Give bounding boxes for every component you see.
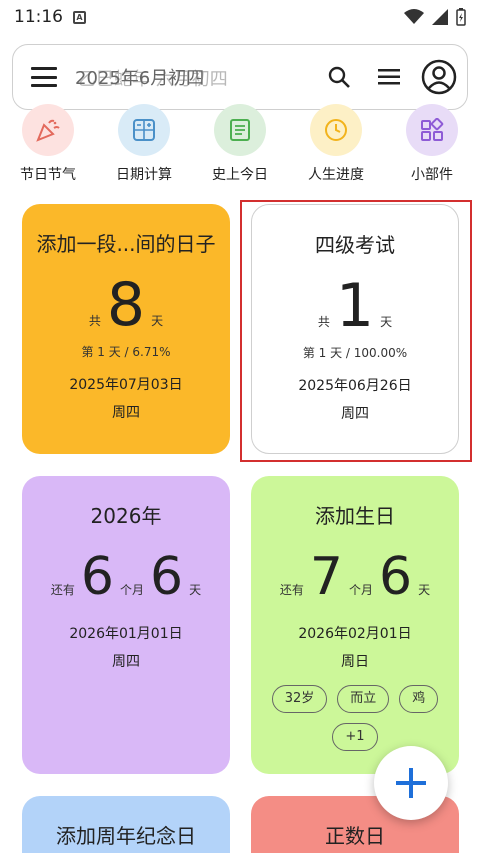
tool-life-progress-label: 人生进度 [308, 167, 364, 183]
count-number: 8 [106, 270, 146, 340]
event-card-birthday[interactable]: 添加生日 还有 7 个月 6 天 2026年02月01日 周日 32岁 而立 鸡… [251, 476, 459, 774]
tool-festivals-label: 节日节气 [20, 167, 76, 183]
event-card-2026[interactable]: 2026年 还有 6 个月 6 天 2026年01月01日 周四 [22, 476, 230, 774]
add-event-button[interactable] [374, 746, 448, 820]
plus-icon [396, 768, 426, 798]
card-title: 添加一段...间的日子 [36, 232, 216, 256]
calculator-icon [133, 119, 155, 141]
tool-widgets[interactable]: 小部件 [398, 104, 466, 186]
tool-widgets-circle [406, 104, 458, 156]
signal-icon [432, 9, 448, 25]
card-title: 添加生日 [315, 504, 395, 528]
days-number: 6 [379, 547, 413, 607]
card-title: 四级考试 [315, 233, 395, 257]
progress-text: 第 1 天 / 100.00% [302, 346, 408, 360]
day-count: 共 8 天 [22, 273, 230, 337]
quick-tools-row: 节日节气 日期计算 史上今日 人生进度 小部件 [0, 104, 480, 186]
target-date: 2026年02月01日 [298, 626, 412, 642]
tag-zodiac: 鸡 [399, 685, 439, 713]
day-count: 共 1 天 [252, 274, 458, 338]
target-date: 2026年01月01日 [69, 626, 183, 642]
tag-age: 32岁 [271, 685, 328, 713]
top-search-bar[interactable]: 乙巳蛇年 六月初四 2025年6月初四 [12, 44, 468, 110]
list-view-button[interactable] [371, 59, 407, 95]
target-weekday: 周四 [341, 406, 369, 422]
tool-date-calc[interactable]: 日期计算 [110, 104, 178, 186]
card-title: 正数日 [325, 824, 385, 848]
event-card-cet4-exam[interactable]: 四级考试 共 1 天 第 1 天 / 100.00% 2025年06月26日 周… [251, 204, 459, 454]
days-number: 6 [150, 547, 184, 607]
status-icons [404, 8, 466, 26]
target-weekday: 周日 [341, 654, 369, 670]
search-icon [328, 66, 350, 88]
target-weekday: 周四 [112, 654, 140, 670]
hamburger-menu-icon[interactable] [31, 67, 57, 87]
widgets-icon [421, 118, 444, 141]
count-suffix: 天 [418, 583, 431, 597]
count-prefix: 还有 [50, 583, 75, 597]
count-suffix: 天 [151, 314, 164, 328]
months-unit: 个月 [119, 583, 144, 597]
document-icon [230, 119, 250, 141]
count-suffix: 天 [380, 315, 393, 329]
tool-history-today[interactable]: 史上今日 [206, 104, 274, 186]
event-card-anniversary[interactable]: 添加周年纪念日 [22, 796, 230, 853]
search-button[interactable] [321, 59, 357, 95]
tool-festivals-circle [22, 104, 74, 156]
months-number: 7 [309, 547, 343, 607]
card-title: 2026年 [90, 504, 162, 528]
target-date: 2025年06月26日 [298, 378, 412, 394]
tool-history-today-label: 史上今日 [212, 167, 268, 183]
status-time: 11:16 [14, 7, 63, 27]
countdown: 还有 7 个月 6 天 [251, 545, 459, 609]
tool-life-progress-circle [310, 104, 362, 156]
clock-icon [325, 119, 347, 141]
target-weekday: 周四 [112, 405, 140, 421]
months-unit: 个月 [348, 583, 373, 597]
account-button[interactable] [421, 59, 457, 95]
target-date: 2025年07月03日 [69, 377, 183, 393]
battery-icon [456, 8, 466, 26]
tool-life-progress[interactable]: 人生进度 [302, 104, 370, 186]
count-suffix: 天 [189, 583, 202, 597]
tag-milestone: 而立 [337, 685, 390, 713]
current-date-title[interactable]: 乙巳蛇年 六月初四 2025年6月初四 [75, 64, 321, 90]
tool-date-calc-label: 日期计算 [116, 167, 172, 183]
countdown: 还有 6 个月 6 天 [22, 545, 230, 609]
tag-more[interactable]: +1 [332, 723, 378, 751]
count-prefix: 共 [88, 314, 101, 328]
list-icon [378, 69, 400, 85]
status-bar: 11:16 A [0, 0, 480, 34]
wifi-icon [404, 9, 424, 24]
count-prefix: 还有 [279, 583, 304, 597]
date-title-text: 2025年6月初四 [75, 68, 205, 89]
tool-date-calc-circle [118, 104, 170, 156]
months-number: 6 [80, 547, 114, 607]
count-prefix: 共 [317, 315, 330, 329]
birthday-tags: 32岁 而立 鸡 +1 [251, 685, 459, 751]
progress-text: 第 1 天 / 6.71% [81, 345, 171, 359]
tool-festivals[interactable]: 节日节气 [14, 104, 82, 186]
party-popper-icon [36, 119, 60, 142]
tool-widgets-label: 小部件 [411, 167, 453, 183]
event-card-between-days[interactable]: 添加一段...间的日子 共 8 天 第 1 天 / 6.71% 2025年07月… [22, 204, 230, 454]
card-title: 添加周年纪念日 [56, 824, 196, 848]
notification-badge-icon: A [73, 10, 86, 24]
count-number: 1 [335, 271, 375, 341]
tool-history-today-circle [214, 104, 266, 156]
account-icon [421, 59, 457, 95]
